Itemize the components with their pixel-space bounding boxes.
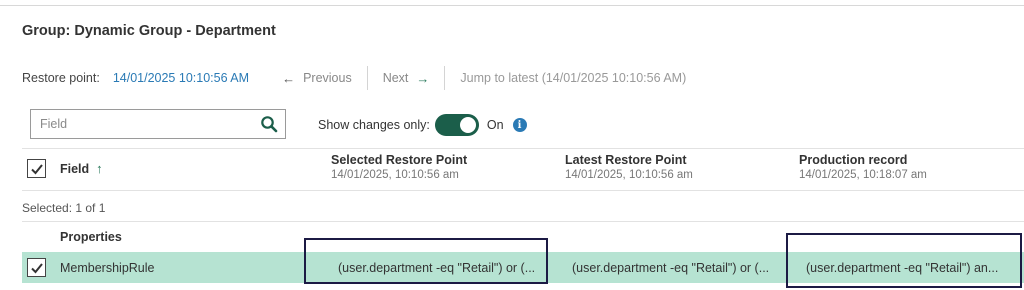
column-title: Production record <box>799 153 908 167</box>
latest-restore-point-header: Latest Restore Point 14/01/2025, 10:10:5… <box>565 153 693 181</box>
next-label: Next <box>382 71 409 85</box>
sort-ascending-icon[interactable]: ↑ <box>96 161 103 176</box>
selected-count: Selected: 1 of 1 <box>22 201 106 215</box>
show-changes-control: Show changes only: On i <box>318 114 527 136</box>
latest-restore-point-value[interactable]: (user.department -eq "Retail") or (... <box>572 261 782 275</box>
row-checkbox[interactable] <box>27 258 46 277</box>
arrow-right-icon: → <box>416 70 430 86</box>
production-record-header: Production record 14/01/2025, 10:18:07 a… <box>799 153 927 181</box>
previous-label: Previous <box>303 71 352 85</box>
page-title: Group: Dynamic Group - Department <box>22 23 276 39</box>
field-search-box <box>30 109 286 139</box>
divider <box>22 190 1024 191</box>
select-all-checkbox[interactable] <box>27 159 46 178</box>
field-column-label: Field <box>60 161 90 176</box>
annotation-highlight-box <box>304 238 548 284</box>
column-date: 14/01/2025, 10:10:56 am <box>565 169 693 181</box>
column-date: 14/01/2025, 10:18:07 am <box>799 169 927 181</box>
header-divider <box>22 148 1024 149</box>
toggle-state-label: On <box>486 118 504 132</box>
top-divider <box>0 5 1024 6</box>
row-field-name: MembershipRule <box>60 261 155 275</box>
field-search-input[interactable] <box>31 110 251 138</box>
show-changes-toggle[interactable] <box>434 114 479 136</box>
toggle-knob <box>459 117 476 133</box>
next-button[interactable]: Next → <box>383 71 430 86</box>
restore-point-bar: Restore point: 14/01/2025 10:10:56 AM ← … <box>22 66 686 90</box>
search-icon[interactable] <box>260 115 278 133</box>
column-title: Selected Restore Point <box>331 153 468 167</box>
info-icon[interactable]: i <box>512 118 527 132</box>
jump-to-latest-button[interactable]: Jump to latest (14/01/2025 10:10:56 AM) <box>460 71 686 85</box>
selected-restore-point-header: Selected Restore Point 14/01/2025, 10:10… <box>331 153 467 181</box>
restore-point-date-link[interactable]: 14/01/2025 10:10:56 AM <box>113 71 249 85</box>
field-column-header[interactable]: Field ↑ <box>60 161 103 176</box>
annotation-highlight-box <box>786 233 1022 288</box>
group-header-properties: Properties <box>60 230 122 244</box>
checkmark-icon <box>30 163 43 174</box>
show-changes-label: Show changes only: <box>318 118 430 132</box>
restore-point-label: Restore point: <box>22 71 100 85</box>
checkmark-icon <box>30 262 43 273</box>
previous-button[interactable]: ← Previous <box>282 71 352 86</box>
nav-separator <box>444 66 446 90</box>
column-date: 14/01/2025, 10:10:56 am <box>331 169 459 181</box>
arrow-left-icon: ← <box>282 70 296 86</box>
column-title: Latest Restore Point <box>565 153 687 167</box>
divider <box>22 221 1024 222</box>
nav-separator <box>366 66 368 90</box>
